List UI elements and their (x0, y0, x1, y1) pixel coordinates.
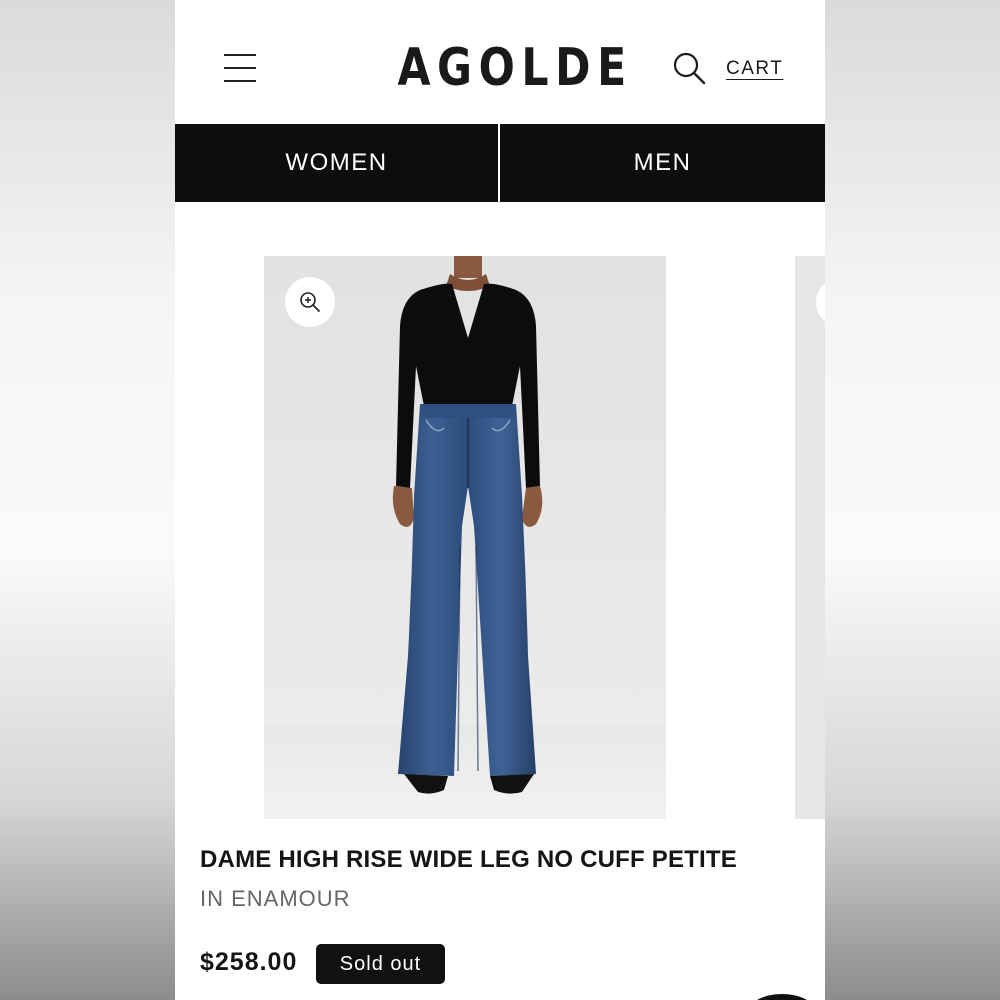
nav-men[interactable]: MEN (500, 124, 825, 202)
product-title[interactable]: DAME HIGH RISE WIDE LEG NO CUFF PETITE (200, 846, 810, 874)
chat-bubble-icon[interactable] (747, 994, 817, 1000)
product-color: IN ENAMOUR (200, 886, 351, 911)
zoom-in-icon[interactable] (285, 277, 335, 327)
status-badge: Sold out (316, 944, 445, 984)
cart-link[interactable]: CART (726, 58, 783, 80)
brand-logo[interactable]: AGOLDE (398, 36, 627, 100)
hamburger-menu-icon[interactable] (224, 52, 258, 84)
backdrop-right (825, 0, 1000, 1000)
category-nav: WOMEN MEN (175, 124, 825, 202)
mobile-page: AGOLDE CART WOMEN MEN DAME HIGH RISE WID… (175, 0, 825, 1000)
model-photo (264, 256, 666, 819)
next-product-image[interactable] (795, 256, 825, 819)
search-icon[interactable] (672, 51, 706, 85)
site-header: AGOLDE CART (175, 0, 825, 124)
nav-women[interactable]: WOMEN (175, 124, 498, 202)
backdrop-left (0, 0, 175, 1000)
product-image[interactable] (264, 256, 666, 819)
product-price: $258.00 (200, 948, 298, 976)
